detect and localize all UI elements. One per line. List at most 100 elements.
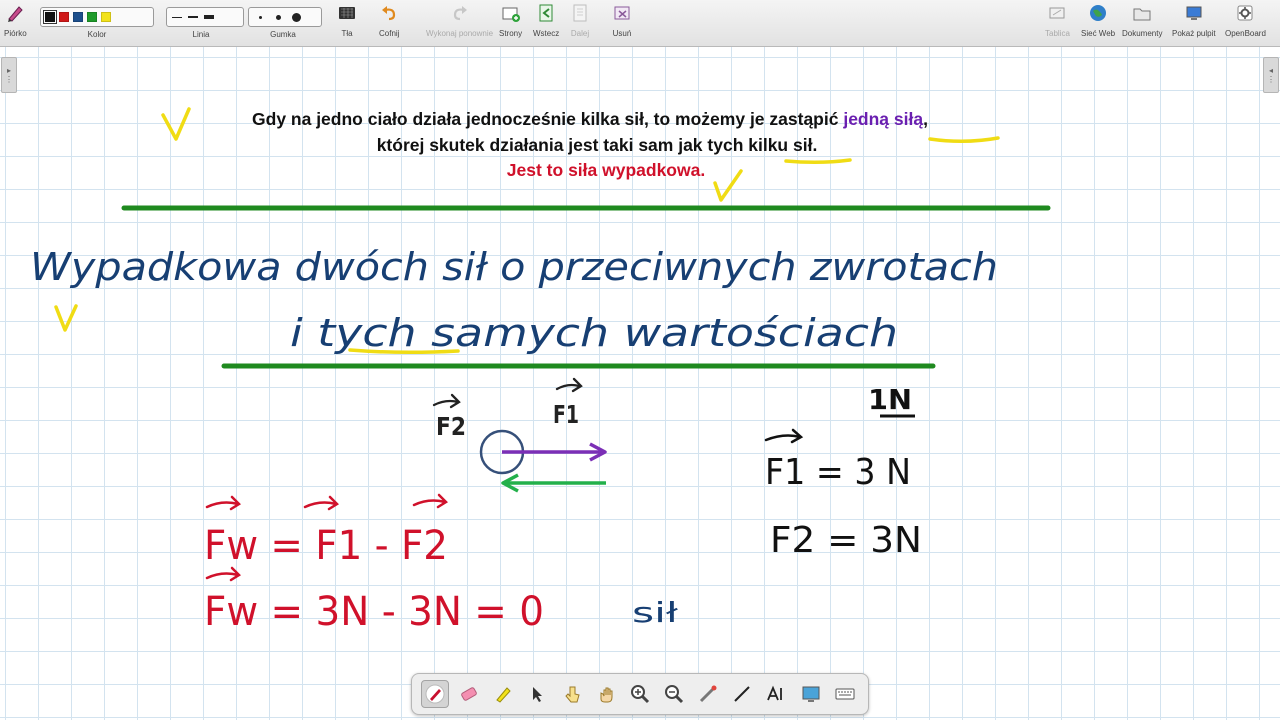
- eraser-medium-option[interactable]: [271, 14, 285, 20]
- highlighter-icon: [496, 687, 512, 703]
- vector-arrow-f1: [555, 377, 583, 393]
- gear-icon: [1235, 3, 1255, 23]
- redo-icon: [450, 3, 470, 23]
- play-tool[interactable]: [558, 680, 586, 708]
- vector-arrow-f2: [432, 393, 461, 409]
- next-button[interactable]: Dalej: [570, 3, 590, 38]
- back-page-icon: [536, 3, 556, 23]
- zoom-in-icon: [630, 685, 649, 704]
- backgrounds-icon: [337, 3, 357, 23]
- text-icon: [767, 685, 783, 701]
- redo-button[interactable]: Wykonaj ponownie: [426, 3, 493, 38]
- board-label: Tablica: [1045, 29, 1070, 38]
- pages-button[interactable]: Strony: [499, 3, 522, 38]
- yellow-underline-several: [784, 158, 852, 165]
- color-label: Kolor: [87, 30, 107, 39]
- line-icon: [734, 686, 751, 702]
- backgrounds-button[interactable]: Tła: [337, 3, 357, 38]
- delete-label: Usuń: [612, 29, 632, 38]
- eraser-large-option[interactable]: [289, 12, 303, 22]
- pen-tool[interactable]: [421, 680, 450, 708]
- back-label: Wstecz: [533, 29, 560, 38]
- keyboard-tool[interactable]: [831, 680, 859, 708]
- yellow-check-mark-2: [713, 169, 743, 202]
- undo-button[interactable]: Cofnij: [379, 3, 399, 38]
- vector-arrow-fw-1: [205, 495, 241, 511]
- f2-value: F2 = 3N: [770, 520, 922, 561]
- selector-tool[interactable]: [523, 680, 551, 708]
- equation-resultant: Fw = F1 - F2: [204, 523, 448, 569]
- line-medium-option[interactable]: [187, 16, 199, 18]
- eraser-size-selector: [248, 7, 322, 27]
- handwritten-title-line2: i tych samych wartościach: [290, 311, 898, 355]
- documents-label: Dokumenty: [1122, 29, 1163, 38]
- globe-icon: [1088, 3, 1108, 23]
- line-thin-option[interactable]: [171, 16, 183, 18]
- screen-capture-icon: [802, 686, 820, 702]
- laser-pointer-tool[interactable]: [694, 680, 722, 708]
- board-mode-button[interactable]: Tablica: [1045, 3, 1070, 38]
- pen-icon: [5, 3, 25, 23]
- zoom-out-icon: [665, 685, 684, 704]
- yellow-check-mark-1: [161, 107, 191, 141]
- eraser-small-option[interactable]: [253, 15, 267, 19]
- color-swatch-yellow[interactable]: [101, 12, 111, 22]
- documents-button[interactable]: Dokumenty: [1122, 3, 1162, 38]
- zoom-out-tool[interactable]: [660, 680, 688, 708]
- laser-pointer-icon: [700, 685, 717, 703]
- openboard-menu-button[interactable]: OpenBoard: [1225, 3, 1266, 38]
- backgrounds-label: Tła: [341, 29, 353, 38]
- vector-arrow-f2-eq: [412, 493, 448, 509]
- f1-value: F1 = 3 N: [765, 452, 911, 493]
- show-desktop-button[interactable]: Pokaż pulpit: [1172, 3, 1216, 38]
- color-swatch-green[interactable]: [87, 12, 97, 22]
- zoom-in-tool[interactable]: [626, 680, 654, 708]
- openboard-label: OpenBoard: [1225, 29, 1266, 38]
- pen-icon: [425, 684, 445, 704]
- floating-tool-palette: [411, 673, 869, 715]
- partial-handwritten-word: sił: [632, 596, 678, 629]
- pen-tool-button[interactable]: Piórko: [4, 3, 27, 38]
- text-tool[interactable]: [762, 680, 790, 708]
- line-thick-option[interactable]: [203, 15, 215, 19]
- eraser-tool[interactable]: [455, 680, 483, 708]
- new-page-icon: [501, 3, 521, 23]
- show-desktop-label: Pokaż pulpit: [1172, 29, 1216, 38]
- web-label: Sieć Web: [1081, 29, 1116, 38]
- label-f1: F1: [553, 400, 579, 429]
- next-label: Dalej: [570, 29, 590, 38]
- pointer-hand-icon: [564, 686, 580, 703]
- hand-icon: [600, 687, 613, 703]
- next-page-icon: [570, 3, 590, 23]
- pen-label: Piórko: [4, 29, 27, 38]
- back-button[interactable]: Wstecz: [533, 3, 559, 38]
- delete-icon: [612, 3, 632, 23]
- line-tool[interactable]: [728, 680, 756, 708]
- color-swatch-blue[interactable]: [73, 12, 83, 22]
- label-f2: F2: [436, 412, 466, 441]
- web-mode-button[interactable]: Sieć Web: [1081, 3, 1115, 38]
- eraser-icon: [461, 687, 478, 701]
- marker-tool[interactable]: [489, 680, 517, 708]
- handwritten-title-line1: Wypadkowa dwóch sił o przeciwnych zwrota…: [30, 245, 998, 289]
- pages-label: Strony: [499, 29, 523, 38]
- color-swatch-red[interactable]: [59, 12, 69, 22]
- color-palette: [40, 7, 154, 27]
- whiteboard-canvas[interactable]: ▸ ⋮ ◂ ⋮ Gdy na jedno ciało działa jednoc…: [0, 47, 1280, 720]
- redo-label: Wykonaj ponownie: [426, 29, 494, 38]
- desktop-icon: [1184, 3, 1204, 23]
- folder-icon: [1132, 3, 1152, 23]
- line-width-selector: [166, 7, 244, 27]
- board-icon: [1047, 3, 1067, 23]
- undo-label: Cofnij: [379, 29, 400, 38]
- unit-header: 1N: [868, 383, 912, 416]
- color-swatch-black[interactable]: [43, 10, 57, 24]
- delete-button[interactable]: Usuń: [612, 3, 632, 38]
- vector-arrow-f1-eq: [303, 495, 339, 511]
- undo-icon: [379, 3, 399, 23]
- ink-layer: Wypadkowa dwóch sił o przeciwnych zwrota…: [30, 107, 1051, 635]
- equation-result-zero: Fw = 3N - 3N = 0: [204, 589, 544, 635]
- hand-tool[interactable]: [592, 680, 620, 708]
- vector-arrow-fw-2: [205, 566, 241, 582]
- capture-tool[interactable]: [797, 680, 825, 708]
